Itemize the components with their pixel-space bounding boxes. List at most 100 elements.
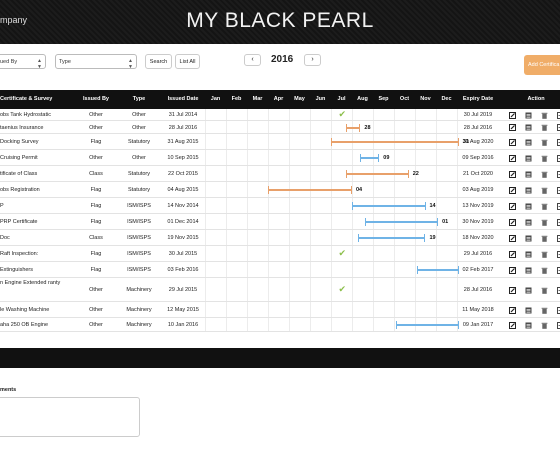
issued-by-cell: Flag	[90, 187, 102, 193]
trash-icon[interactable]	[541, 171, 548, 178]
table-row[interactable]: Doc Class ISM/ISPS 19 Nov 2015 18 Nov 2020 19	[0, 230, 560, 246]
type-cell: ISM/ISPS	[127, 267, 151, 273]
grid-line	[457, 198, 458, 213]
table-row[interactable]: Raft Inspection: Flag ISM/ISPS 30 Jul 2015 2…	[0, 246, 560, 262]
table-row[interactable]: P Flag ISM/ISPS 14 Nov 2014 13 Nov 2019 14	[0, 198, 560, 214]
type-select[interactable]: Type ▲ ▼	[55, 54, 137, 70]
grid-line	[247, 318, 248, 331]
document-icon[interactable]	[525, 287, 532, 294]
document-icon[interactable]	[525, 139, 532, 146]
next-year-button[interactable]: ›	[304, 54, 321, 66]
table-row[interactable]: Docking Survey Flag Statutory 31 Aug 2015 30…	[0, 134, 560, 150]
timeline-bar[interactable]	[331, 138, 459, 146]
certificate-name: Extinguishers	[0, 267, 34, 273]
table-row[interactable]: obs Registration Flag Statutory 04 Aug 2015…	[0, 182, 560, 198]
trash-icon[interactable]	[541, 235, 548, 242]
edit-icon[interactable]	[509, 286, 516, 294]
grid-line	[331, 302, 332, 317]
table-row[interactable]: tificate of Class Class Statutory 22 Oct 20…	[0, 166, 560, 182]
document-icon[interactable]	[525, 235, 532, 242]
document-icon[interactable]	[525, 112, 532, 119]
col-issued-by: Issued By	[83, 96, 109, 102]
grid-line	[457, 166, 458, 181]
edit-icon[interactable]	[509, 186, 516, 194]
timeline-bar[interactable]	[345, 123, 361, 132]
expiry-date-cell: 28 Jul 2016	[463, 287, 493, 293]
issued-by-cell: Class	[89, 171, 103, 177]
grid-line	[310, 121, 311, 133]
list-all-button[interactable]: List All	[175, 54, 200, 69]
edit-icon[interactable]	[509, 306, 516, 314]
edit-icon[interactable]	[509, 202, 516, 210]
timeline-bar[interactable]	[360, 154, 380, 162]
trash-icon[interactable]	[541, 219, 548, 226]
timeline-bar[interactable]	[358, 234, 426, 242]
edit-icon[interactable]	[509, 250, 516, 258]
document-icon[interactable]	[525, 203, 532, 210]
timeline-bar[interactable]	[345, 170, 409, 178]
document-icon[interactable]	[525, 322, 532, 329]
trash-icon[interactable]	[541, 124, 548, 131]
add-certificate-button[interactable]: Add Certifica	[524, 55, 560, 75]
edit-icon[interactable]	[509, 234, 516, 242]
document-icon[interactable]	[525, 155, 532, 162]
grid-line	[310, 134, 311, 149]
trash-icon[interactable]	[541, 139, 548, 146]
trash-icon[interactable]	[541, 322, 548, 329]
trash-icon[interactable]	[541, 112, 548, 119]
issued-by-cell: Flag	[90, 219, 102, 225]
trash-icon[interactable]	[541, 203, 548, 210]
grid-line	[247, 198, 248, 213]
edit-icon[interactable]	[509, 321, 516, 329]
document-icon[interactable]	[525, 187, 532, 194]
document-icon[interactable]	[525, 251, 532, 258]
issued-date-cell: 03 Feb 2016	[167, 267, 199, 273]
table-row[interactable]: aha 250 OB Engine Other Machinery 10 Jan 20…	[0, 318, 560, 332]
edit-icon[interactable]	[509, 138, 516, 146]
prev-year-button[interactable]: ‹	[244, 54, 261, 66]
grid-line	[289, 134, 290, 149]
type-cell: Other	[132, 155, 146, 161]
document-icon[interactable]	[525, 219, 532, 226]
table-row[interactable]: Cruising Permit Other Other 10 Sep 2015 09 S…	[0, 150, 560, 166]
trash-icon[interactable]	[541, 251, 548, 258]
table-row[interactable]: Extinguishers Flag ISM/ISPS 03 Feb 2016 02 F…	[0, 262, 560, 278]
timeline-bar[interactable]	[364, 218, 439, 226]
grid-line	[436, 109, 437, 120]
issued-by-select[interactable]: ued By ▲ ▼	[0, 54, 46, 70]
document-icon[interactable]	[525, 307, 532, 314]
trash-icon[interactable]	[541, 155, 548, 162]
document-icon[interactable]	[525, 267, 532, 274]
trash-icon[interactable]	[541, 287, 548, 294]
document-icon[interactable]	[525, 171, 532, 178]
trash-icon[interactable]	[541, 267, 548, 274]
document-icon[interactable]	[525, 124, 532, 131]
certificate-name: obs Tank Hydrostatic	[0, 112, 51, 118]
table-row[interactable]: obs Tank Hydrostatic Other Other 31 Jul 201…	[0, 109, 560, 121]
grid-line	[289, 262, 290, 277]
edit-icon[interactable]	[509, 154, 516, 162]
edit-icon[interactable]	[509, 111, 516, 119]
search-button[interactable]: Search	[145, 54, 172, 69]
timeline-bar[interactable]	[268, 186, 352, 194]
trash-icon[interactable]	[541, 307, 548, 314]
edit-icon[interactable]	[509, 124, 516, 131]
grid-line	[226, 278, 227, 301]
grid-line	[352, 182, 353, 197]
timeline-bar[interactable]	[417, 266, 459, 274]
table-row[interactable]: taenius Insurance Other Other 28 Jul 2016 28…	[0, 121, 560, 134]
trash-icon[interactable]	[541, 187, 548, 194]
issued-date-cell: 10 Jan 2016	[167, 322, 199, 328]
table-row[interactable]: n Engine Extended ranty Other Machinery 29 …	[0, 278, 560, 302]
edit-icon[interactable]	[509, 218, 516, 226]
timeline-bar[interactable]	[352, 202, 426, 210]
chevron-left-icon: ‹	[251, 56, 254, 63]
grid-line	[331, 198, 332, 213]
table-row[interactable]: PRP Certificate Flag ISM/ISPS 01 Dec 2014 30…	[0, 214, 560, 230]
comments-textarea[interactable]	[0, 397, 140, 437]
edit-icon[interactable]	[509, 170, 516, 178]
edit-icon[interactable]	[509, 266, 516, 274]
table-row[interactable]: le Washing Machine Other Machinery 12 May 2…	[0, 302, 560, 318]
grid-line	[247, 166, 248, 181]
timeline-bar[interactable]	[396, 321, 459, 329]
